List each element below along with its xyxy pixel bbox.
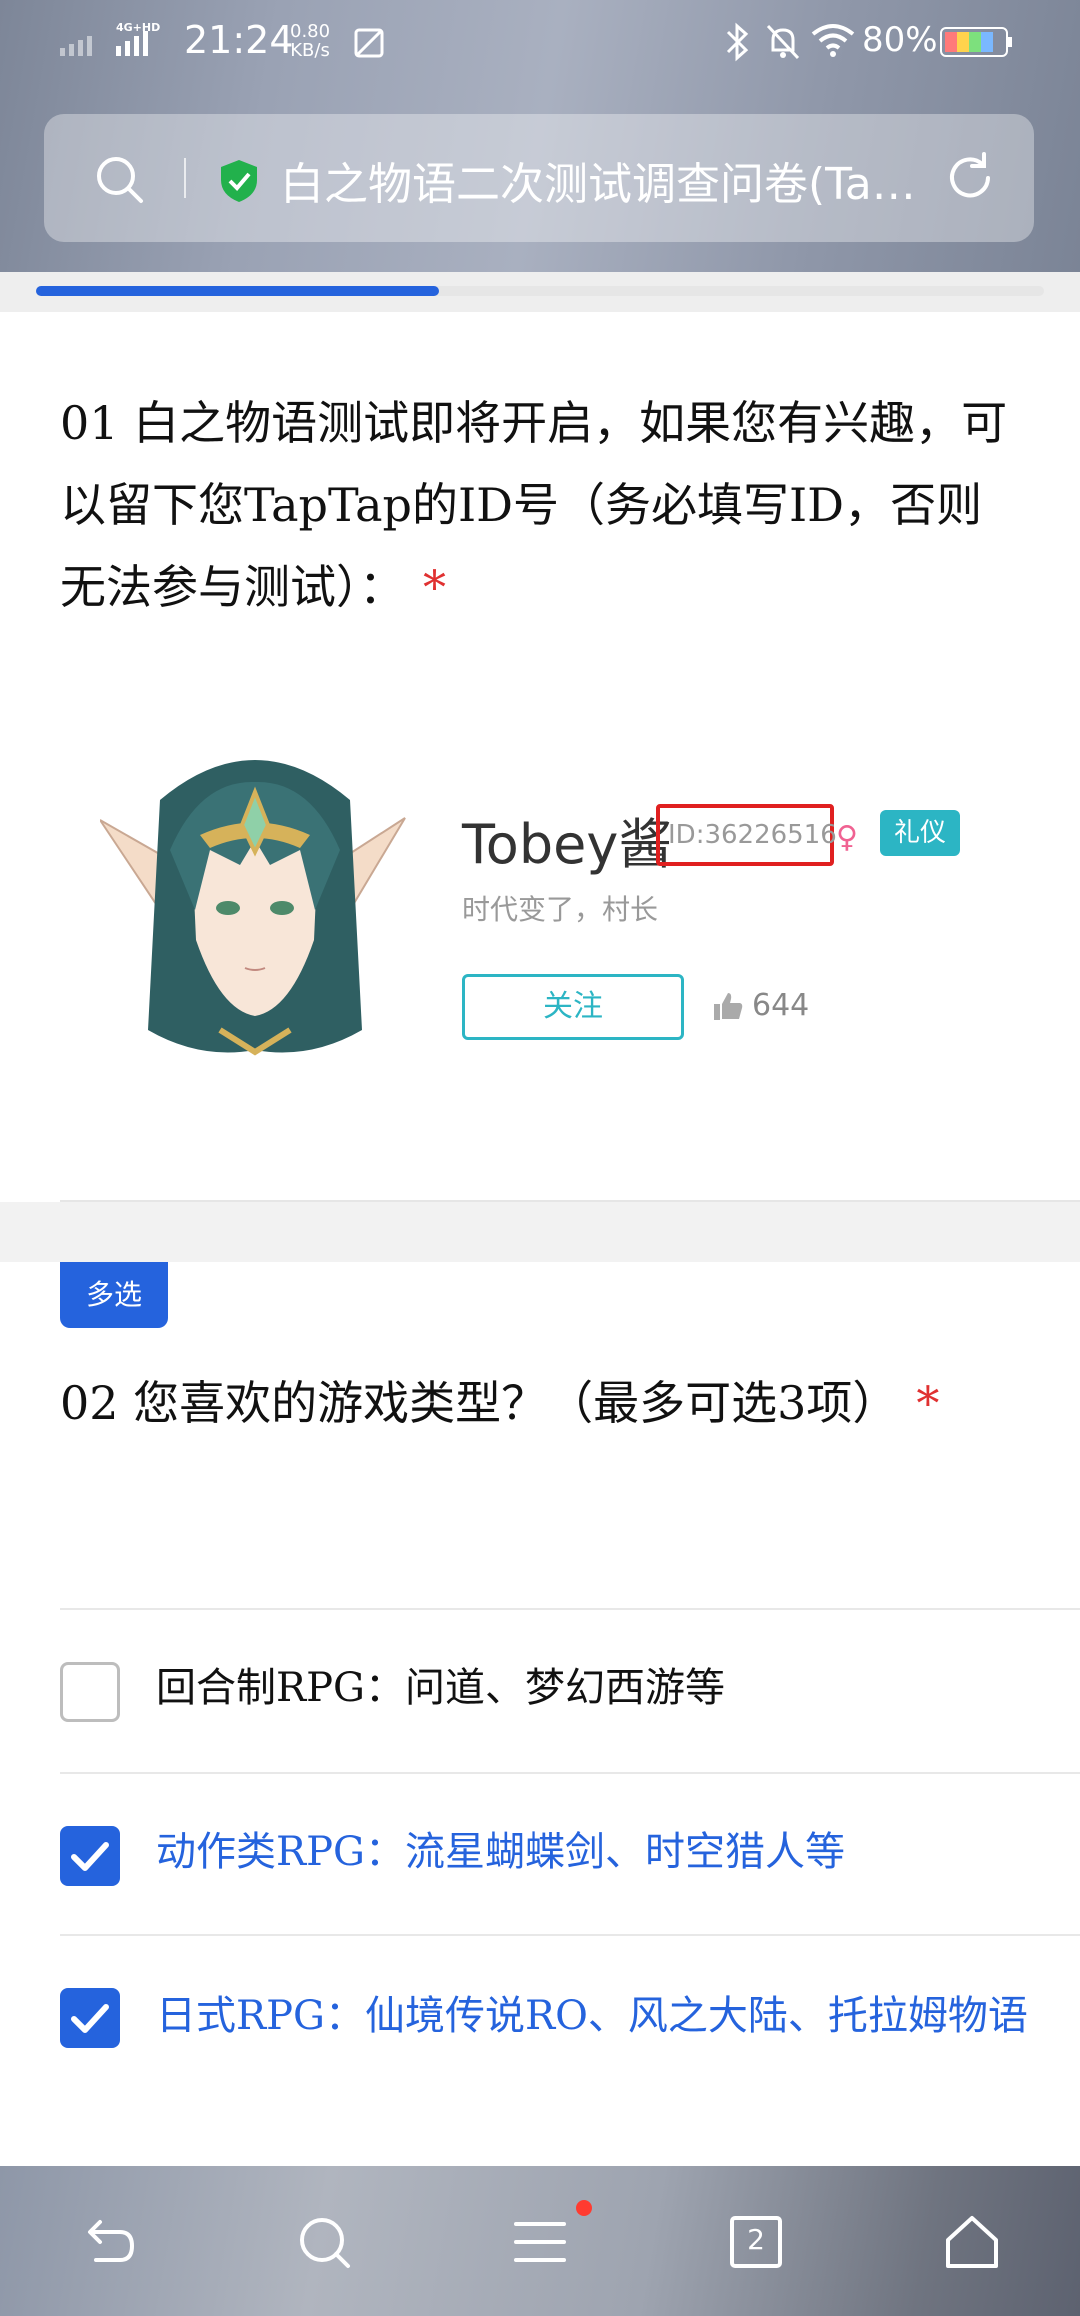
- avatar: [100, 760, 406, 1056]
- option-label[interactable]: 动作类RPG：流星蝴蝶剑、时空猎人等: [156, 1816, 1036, 1888]
- tabs-count: 2: [747, 2223, 765, 2256]
- option-label[interactable]: 日式RPG：仙境传说RO、风之大陆、托拉姆物语: [156, 1980, 1036, 2052]
- checkbox-unchecked[interactable]: [60, 1662, 120, 1722]
- reload-icon[interactable]: [942, 150, 998, 206]
- checkbox-checked[interactable]: [60, 1826, 120, 1886]
- back-icon[interactable]: [76, 2210, 140, 2274]
- status-time: 21:24: [184, 18, 294, 62]
- question-2-text: 02 您喜欢的游戏类型？（最多可选3项）: [60, 1376, 899, 1430]
- home-icon[interactable]: [940, 2210, 1004, 2274]
- tabs-button[interactable]: 2: [724, 2210, 788, 2274]
- like-count: 644: [752, 988, 810, 1023]
- menu-notification-dot: [576, 2200, 592, 2216]
- battery-icon: [940, 27, 1012, 57]
- profile-signature: 时代变了，村长: [462, 893, 659, 926]
- required-mark: *: [916, 1376, 940, 1430]
- question-1: 01 白之物语测试即将开启，如果您有兴趣，可以留下您TapTap的ID号（务必填…: [60, 382, 1020, 628]
- screenshot-off-icon: [354, 28, 384, 58]
- section-gap: [0, 1202, 1080, 1262]
- bottom-navigation: 2: [0, 2166, 1080, 2316]
- follow-button: 关注: [462, 974, 684, 1040]
- option-label[interactable]: 回合制RPG：问道、梦幻西游等: [156, 1652, 1036, 1724]
- checkbox-checked[interactable]: [60, 1988, 120, 2048]
- option-turn-based-rpg[interactable]: 回合制RPG：问道、梦幻西游等: [60, 1608, 1080, 1770]
- status-bar: 4G+HD 21:24 0.80 KB/s 80%: [0, 0, 1080, 84]
- profile-name: Tobey酱: [462, 813, 673, 876]
- page-title[interactable]: 白之物语二次测试调查问卷(TapTap): [280, 148, 930, 212]
- question-2: 02 您喜欢的游戏类型？（最多可选3项） *: [60, 1362, 1020, 1444]
- speed-unit: KB/s: [290, 40, 330, 61]
- bluetooth-icon: [726, 22, 749, 62]
- title-badge: 礼仪: [880, 810, 960, 856]
- option-japanese-rpg[interactable]: 日式RPG：仙境传说RO、风之大陆、托拉姆物语: [60, 1934, 1080, 2166]
- check-icon: [71, 2004, 109, 2033]
- check-icon: [71, 1842, 109, 1871]
- search-icon[interactable]: [92, 152, 146, 206]
- required-mark: *: [423, 560, 446, 614]
- url-bar[interactable]: 白之物语二次测试调查问卷(TapTap): [44, 114, 1034, 242]
- mute-bell-icon: [766, 24, 800, 60]
- profile-id: ID:36226516: [668, 820, 837, 850]
- shield-check-icon: [221, 160, 257, 202]
- taptap-profile-image: Tobey酱 ID:36226516 ♀ 礼仪 时代变了，村长 关注 644: [100, 740, 1000, 1080]
- network-speed: 0.80 KB/s: [290, 22, 330, 60]
- battery-percent: 80%: [862, 20, 938, 60]
- network-type: 4G+HD: [116, 22, 160, 34]
- url-divider: [184, 158, 186, 198]
- question-1-text: 01 白之物语测试即将开启，如果您有兴趣，可以留下您TapTap的ID号（务必填…: [60, 396, 1008, 614]
- signal-icon: 4G+HD: [60, 22, 160, 56]
- page-progress-fill: [36, 286, 440, 296]
- wifi-icon: [811, 24, 855, 57]
- page-progress-bar: [36, 286, 1044, 296]
- search-icon[interactable]: [292, 2210, 356, 2274]
- thumbs-up-icon: [714, 993, 743, 1020]
- option-action-rpg[interactable]: 动作类RPG：流星蝴蝶剑、时空猎人等: [60, 1772, 1080, 1934]
- female-icon: ♀: [836, 820, 858, 855]
- menu-icon[interactable]: [508, 2210, 572, 2274]
- multi-select-tag: 多选: [60, 1262, 168, 1328]
- speed-value: 0.80: [290, 21, 331, 42]
